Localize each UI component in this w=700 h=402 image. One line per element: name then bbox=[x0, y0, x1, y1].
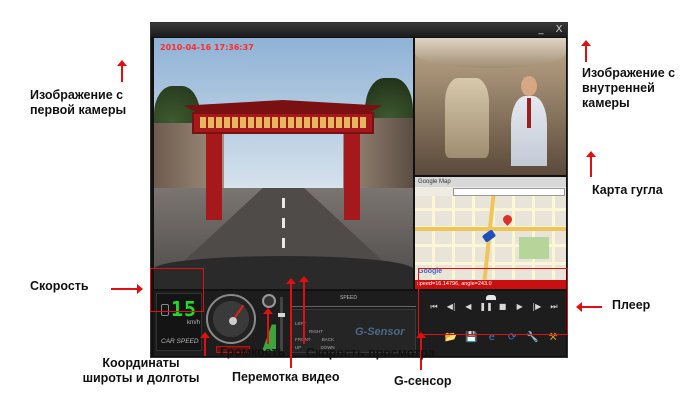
label-speed: Скорость bbox=[30, 279, 89, 293]
gate-banner bbox=[200, 117, 368, 128]
speed-caption: CAR SPEED bbox=[161, 338, 199, 345]
map-park bbox=[519, 237, 549, 259]
arrow-map bbox=[586, 151, 596, 177]
car-ceiling bbox=[415, 38, 566, 68]
title-bar[interactable]: _ X bbox=[151, 23, 567, 37]
speed-unit: km/h bbox=[187, 320, 201, 326]
map-header: Google Map bbox=[415, 177, 566, 187]
gate-pillar bbox=[344, 134, 360, 220]
car-seat bbox=[445, 78, 489, 158]
arrow-coords bbox=[200, 332, 210, 356]
arrow-seek bbox=[286, 278, 296, 368]
map-tabs[interactable] bbox=[453, 188, 565, 196]
arrow-volume bbox=[263, 308, 273, 344]
label-playback-speed: Скорость просмотра bbox=[306, 346, 435, 360]
axis-label: RIGHT bbox=[309, 329, 323, 334]
player-highlight bbox=[418, 268, 568, 335]
annotated-screenshot: _ X 2010-04-16 17:36:37 Google Map Googl… bbox=[0, 0, 700, 402]
arrow-camera2 bbox=[581, 40, 591, 62]
driver bbox=[511, 76, 547, 166]
label-volume: Громкость bbox=[220, 345, 286, 359]
label-seek: Перемотка видео bbox=[232, 370, 340, 384]
front-camera-view: 2010-04-16 17:36:37 bbox=[154, 38, 413, 289]
label-gsensor: G-сенсор bbox=[394, 374, 452, 388]
label-player: Плеер bbox=[612, 298, 651, 312]
arrow-camera1 bbox=[117, 60, 127, 82]
axis-label: UP bbox=[295, 345, 302, 350]
label-camera2: Изображение с внутренней камеры bbox=[582, 66, 676, 110]
driver-tie bbox=[527, 98, 531, 128]
arrow-player bbox=[576, 302, 602, 312]
label-map: Карта гугла bbox=[592, 183, 663, 197]
lane-marking bbox=[282, 198, 285, 258]
compass-center bbox=[229, 317, 237, 325]
gate-pillar bbox=[206, 134, 222, 220]
interior-camera-view bbox=[415, 38, 566, 175]
label-camera1: Изображение с первой камеры bbox=[30, 88, 127, 117]
axis-label: BACK bbox=[321, 337, 334, 342]
close-button[interactable]: X bbox=[553, 24, 565, 35]
label-coords: Координаты широты и долготы bbox=[82, 356, 200, 385]
arrow-speed bbox=[111, 284, 143, 294]
seek-handle[interactable] bbox=[278, 313, 285, 317]
g-sensor-title: G-Sensor bbox=[355, 326, 405, 338]
minimize-button[interactable]: _ bbox=[535, 24, 547, 35]
driver-head bbox=[521, 76, 537, 96]
speed-highlight bbox=[150, 268, 204, 312]
compass-gauge bbox=[206, 294, 256, 344]
seek-track[interactable] bbox=[280, 297, 283, 351]
playback-speed-label: SPEED bbox=[340, 295, 357, 301]
arrow-playback-speed bbox=[299, 276, 309, 344]
video-timestamp: 2010-04-16 17:36:37 bbox=[160, 43, 254, 52]
